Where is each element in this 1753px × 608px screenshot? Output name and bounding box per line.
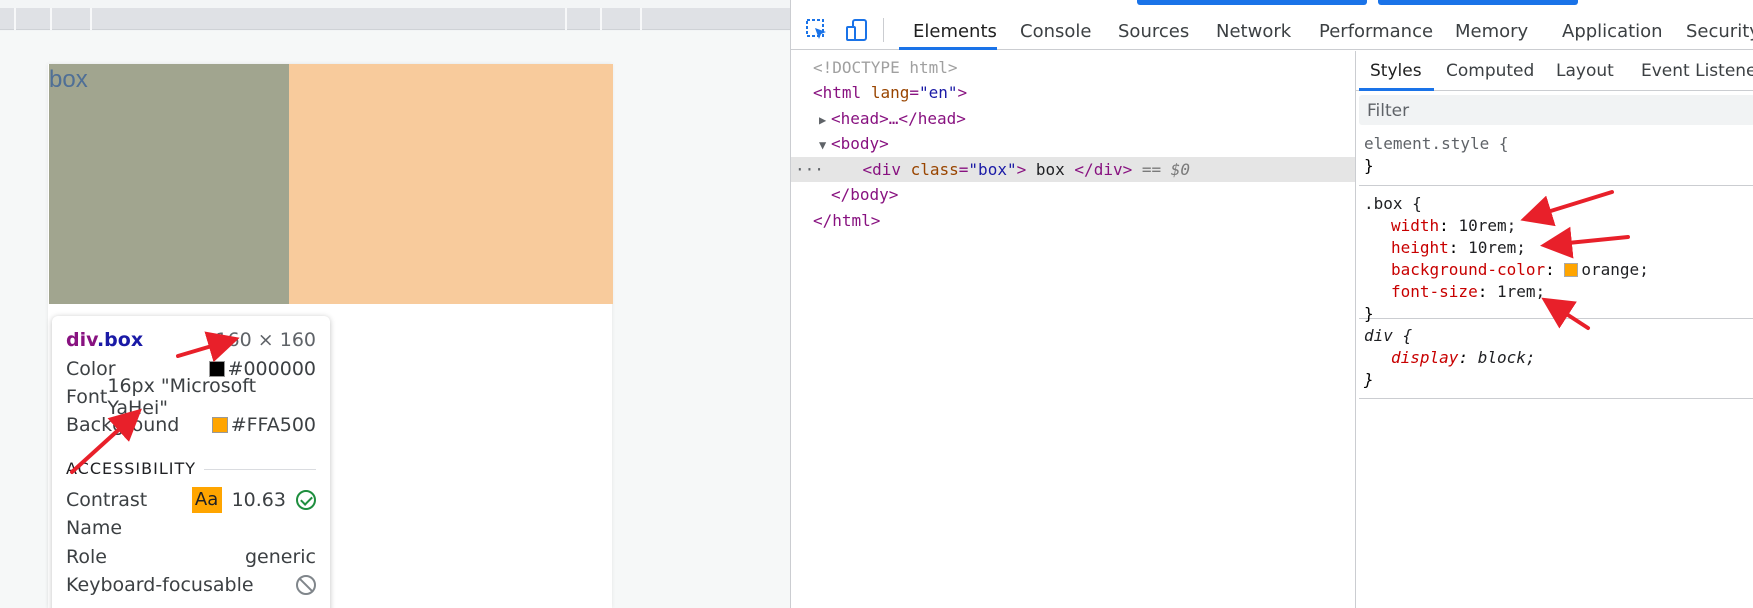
subtab-event-listeners[interactable]: Event Listeners bbox=[1641, 61, 1753, 81]
tab-elements[interactable]: Elements bbox=[913, 21, 997, 42]
elements-dom-tree: <!DOCTYPE html> <html lang="en"> ▶ <head>… bbox=[791, 51, 1355, 608]
active-tab-indicator bbox=[899, 47, 997, 50]
check-circle-icon bbox=[296, 490, 316, 510]
tab-console[interactable]: Console bbox=[1020, 21, 1091, 42]
tooltip-background-row: Background #FFA500 bbox=[66, 414, 316, 436]
decl-background-color[interactable]: background-color: orange; bbox=[1364, 259, 1753, 281]
rule-box: .box { width: 10rem; height: 10rem; back… bbox=[1359, 193, 1753, 323]
dom-div-box-selected[interactable]: ··· <div class="box"> box </div> == $0 bbox=[791, 157, 1355, 182]
tooltip-dimensions: 160 × 160 bbox=[215, 329, 316, 351]
ruler-bar bbox=[0, 8, 790, 30]
device-toolbar-icon[interactable] bbox=[845, 18, 869, 42]
styles-filter-input[interactable]: Filter bbox=[1359, 95, 1753, 125]
tab-security[interactable]: Security bbox=[1686, 21, 1753, 42]
tab-application[interactable]: Application bbox=[1562, 21, 1663, 42]
tooltip-font-row: Font 16px "Microsoft YaHei" bbox=[66, 375, 257, 419]
dom-body-close[interactable]: </body> bbox=[831, 182, 1395, 207]
subtab-layout[interactable]: Layout bbox=[1556, 61, 1614, 81]
dom-html-close[interactable]: </html> bbox=[813, 208, 1377, 233]
dom-head[interactable]: ▶ <head>…</head> bbox=[819, 106, 1383, 131]
inspect-tooltip: div.box 160 × 160 Color #000000 Font 16p… bbox=[52, 316, 330, 608]
toolbar-blue-indicator-2 bbox=[1378, 0, 1578, 5]
box-text: box bbox=[49, 66, 88, 93]
devtools-toolbar: Elements Console Sources Network Perform… bbox=[791, 0, 1753, 50]
accessibility-heading: ACCESSIBILITY bbox=[66, 459, 197, 478]
subtab-computed[interactable]: Computed bbox=[1446, 61, 1534, 81]
decl-display[interactable]: display: block; bbox=[1364, 347, 1753, 369]
not-allowed-icon bbox=[296, 575, 316, 595]
contrast-badge: Aa bbox=[191, 487, 222, 513]
dom-body-open[interactable]: ▼ <body> bbox=[819, 131, 1383, 156]
tab-network[interactable]: Network bbox=[1216, 21, 1291, 42]
page-viewport: box div.box 160 × 160 Color #000000 Font… bbox=[0, 0, 790, 608]
decl-font-size[interactable]: font-size: 1rem; bbox=[1364, 281, 1753, 303]
toolbar-divider bbox=[883, 18, 884, 42]
styles-subtabs: Styles Computed Layout Event Listeners bbox=[1356, 51, 1753, 91]
rule-element-style: element.style { } bbox=[1359, 133, 1753, 186]
section-divider bbox=[204, 469, 316, 470]
tab-performance[interactable]: Performance bbox=[1319, 21, 1433, 42]
tooltip-title: div.box bbox=[66, 329, 144, 351]
decl-width[interactable]: width: 10rem; bbox=[1364, 215, 1753, 237]
inspect-element-icon[interactable] bbox=[805, 18, 829, 42]
tooltip-name-row: Name bbox=[66, 517, 123, 539]
subtab-styles[interactable]: Styles bbox=[1370, 61, 1422, 81]
tab-sources[interactable]: Sources bbox=[1118, 21, 1189, 42]
collapse-triangle-icon: ▼ bbox=[819, 138, 827, 152]
dom-html-open[interactable]: <html lang="en"> bbox=[813, 80, 1377, 105]
devtools-panel: Elements Console Sources Network Perform… bbox=[790, 0, 1753, 608]
tooltip-contrast-row: Contrast Aa 10.63 bbox=[66, 487, 316, 513]
orange-swatch[interactable] bbox=[1564, 263, 1579, 277]
dom-doctype[interactable]: <!DOCTYPE html> bbox=[813, 55, 1377, 80]
tooltip-keyboard-row: Keyboard-focusable bbox=[66, 573, 316, 597]
decl-height[interactable]: height: 10rem; bbox=[1364, 237, 1753, 259]
toolbar-blue-indicator bbox=[1137, 0, 1367, 5]
active-subtab-indicator bbox=[1359, 88, 1434, 91]
background-swatch bbox=[211, 417, 228, 433]
styles-sidebar: Styles Computed Layout Event Listeners F… bbox=[1355, 51, 1753, 608]
tab-memory[interactable]: Memory bbox=[1455, 21, 1528, 42]
expand-triangle-icon: ▶ bbox=[819, 113, 827, 127]
tooltip-role-row: Role generic bbox=[66, 546, 316, 568]
rule-div: div { display: block; } bbox=[1359, 325, 1753, 399]
box-content-highlight[interactable] bbox=[49, 64, 289, 304]
